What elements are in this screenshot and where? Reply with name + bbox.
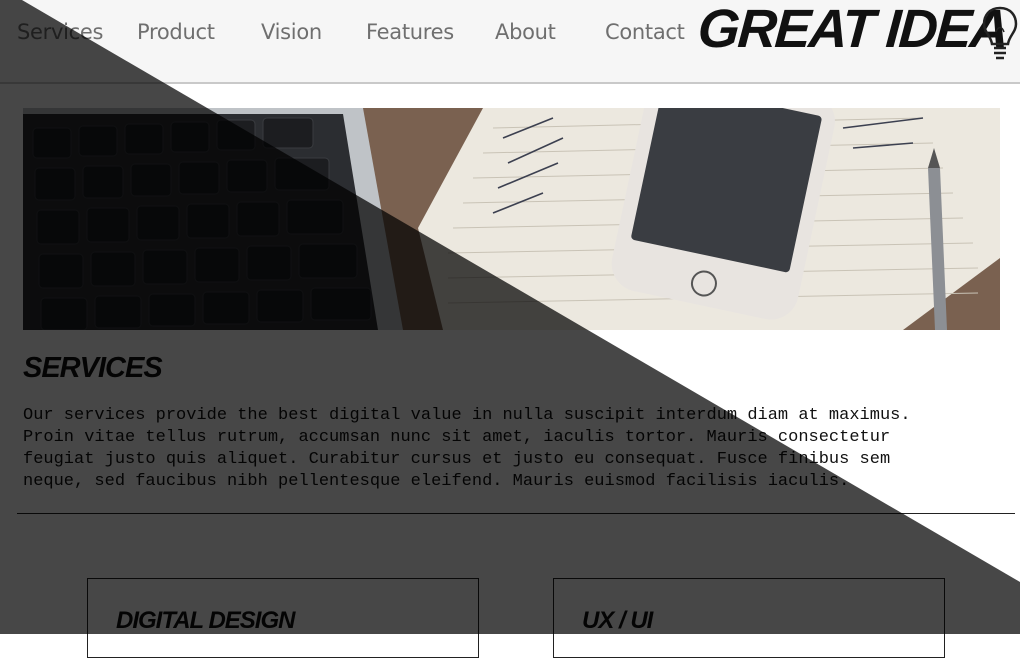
services-description: Our services provide the best digital va… bbox=[23, 405, 983, 493]
nav-link-contact[interactable]: Contact bbox=[605, 20, 685, 44]
nav-link-vision[interactable]: Vision bbox=[261, 20, 322, 44]
hero-image bbox=[23, 108, 1000, 330]
service-card-digital-design[interactable]: DIGITAL DESIGN bbox=[87, 578, 479, 658]
services-heading: SERVICES bbox=[23, 352, 163, 384]
lightbulb-icon bbox=[982, 6, 1018, 60]
section-divider bbox=[17, 513, 1015, 514]
nav-link-about[interactable]: About bbox=[495, 20, 556, 44]
service-card-ux-ui[interactable]: UX / UI bbox=[553, 578, 945, 658]
card-title: UX / UI bbox=[582, 607, 653, 634]
nav-link-product[interactable]: Product bbox=[137, 20, 215, 44]
brand-logo[interactable]: GREAT IDEA bbox=[696, 0, 1009, 60]
top-navbar: Services Product Vision Features About C… bbox=[0, 0, 1020, 84]
services-description-text: Our services provide the best digital va… bbox=[23, 406, 911, 491]
card-title: DIGITAL DESIGN bbox=[116, 607, 295, 634]
nav-link-features[interactable]: Features bbox=[366, 20, 454, 44]
nav-link-services[interactable]: Services bbox=[17, 20, 103, 44]
